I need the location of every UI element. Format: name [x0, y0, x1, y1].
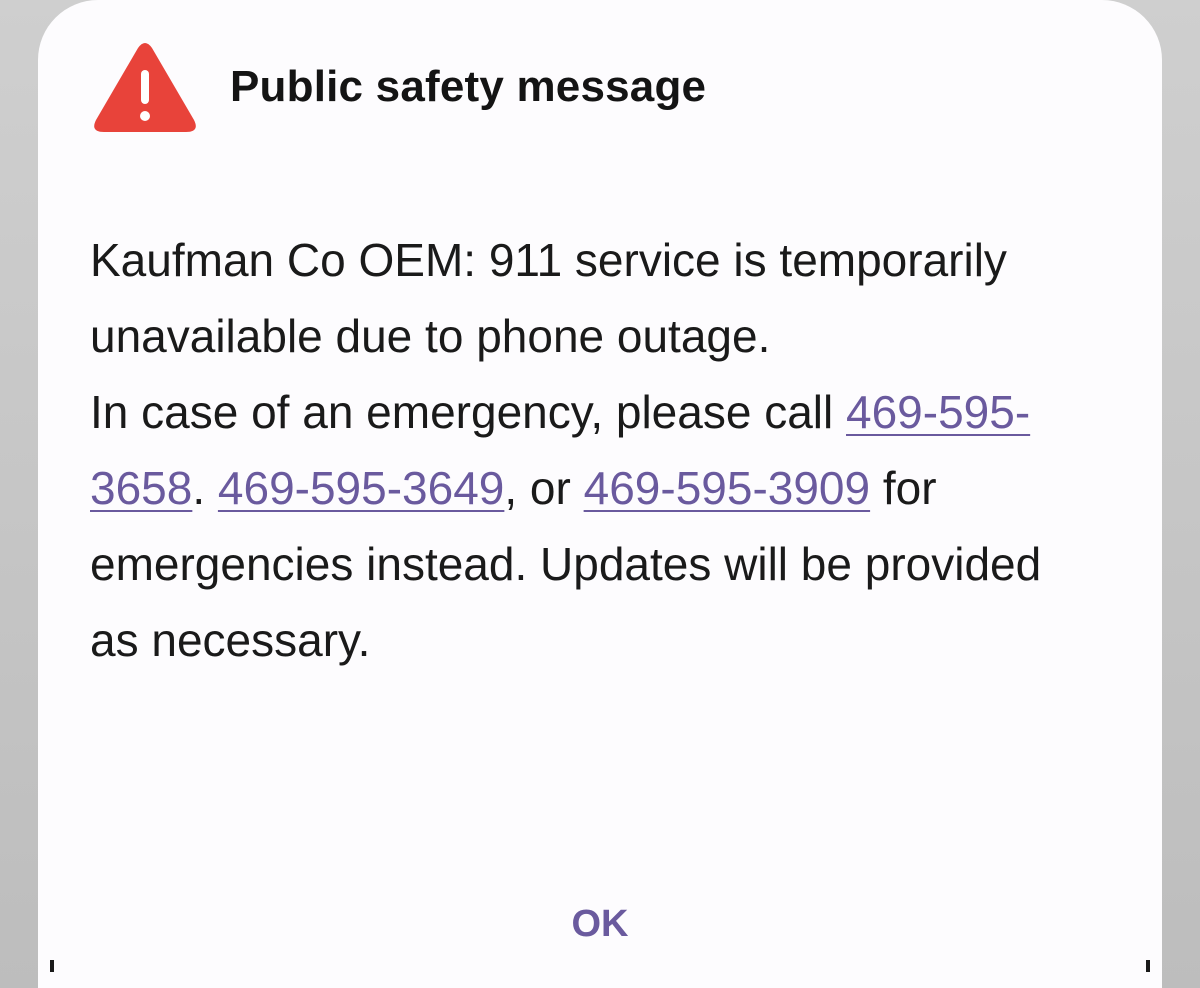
message-separator-2: , or	[504, 462, 584, 514]
dialog-header: Public safety message	[92, 40, 706, 134]
phone-link-3[interactable]: 469-595-3909	[584, 462, 870, 514]
warning-triangle-icon	[94, 43, 196, 132]
right-corner-mark	[1146, 960, 1150, 972]
message-call-prefix: In case of an emergency, please call	[90, 386, 847, 438]
ok-button[interactable]: OK	[548, 892, 652, 956]
message-line-outage: Kaufman Co OEM: 911 service is temporari…	[90, 234, 1007, 362]
phone-link-2[interactable]: 469-595-3649	[218, 462, 504, 514]
message-separator-1: .	[192, 462, 218, 514]
dialog-title: Public safety message	[230, 62, 707, 111]
alert-message: Kaufman Co OEM: 911 service is temporari…	[90, 222, 1100, 678]
alert-dialog: Public safety message Kaufman Co OEM: 91…	[38, 0, 1162, 988]
left-corner-mark	[50, 960, 54, 972]
message-line-contacts: In case of an emergency, please call 469…	[90, 374, 1100, 678]
